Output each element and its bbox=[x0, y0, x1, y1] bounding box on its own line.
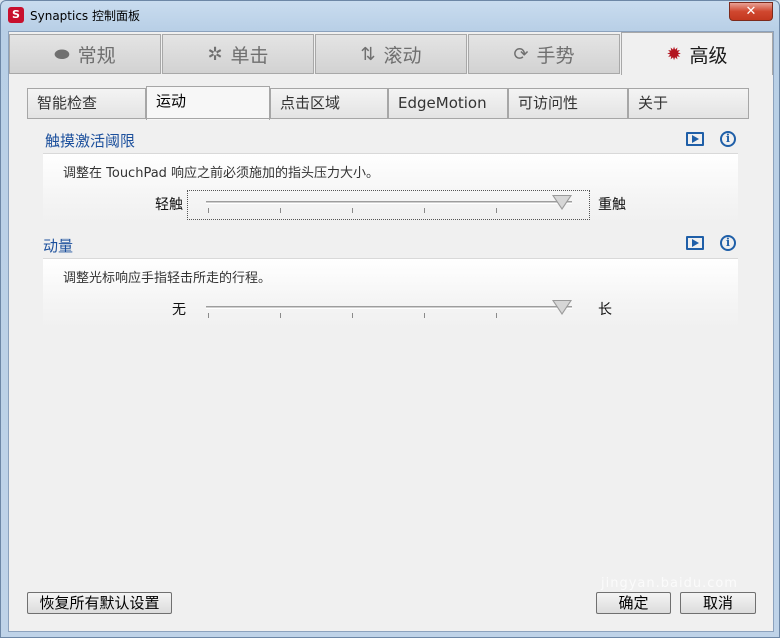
slider-track bbox=[206, 201, 572, 204]
momentum-panel: 调整光标响应手指轻击所走的行程。 无 长 bbox=[43, 258, 738, 328]
slider-thumb[interactable] bbox=[552, 195, 572, 210]
ok-button[interactable]: 确定 bbox=[596, 592, 671, 614]
section-title-momentum: 动量 bbox=[43, 237, 74, 255]
slider-min-label: 轻触 bbox=[155, 197, 183, 213]
slider-tick bbox=[208, 208, 209, 213]
video-icon[interactable] bbox=[686, 236, 704, 250]
synaptics-logo-icon: S bbox=[8, 7, 24, 23]
slider-tick bbox=[208, 313, 209, 318]
gesture-icon: ⟳ bbox=[513, 43, 529, 65]
section-title-touch-threshold: 触摸激活阈限 bbox=[45, 132, 136, 150]
slider-tick bbox=[352, 313, 353, 318]
window-title: Synaptics 控制面板 bbox=[30, 9, 140, 23]
slider-max-label: 重触 bbox=[598, 197, 626, 213]
slider-max-label: 长 bbox=[598, 302, 612, 318]
tab-advanced[interactable]: ✹ 高级 bbox=[621, 32, 773, 75]
slider-thumb[interactable] bbox=[552, 300, 572, 315]
restore-defaults-button[interactable]: 恢复所有默认设置 bbox=[27, 592, 172, 614]
subtab-edgemotion[interactable]: EdgeMotion bbox=[388, 88, 508, 119]
subtab-motion[interactable]: 运动 bbox=[146, 86, 270, 120]
click-icon: ✲ bbox=[207, 43, 223, 65]
info-icon[interactable]: i bbox=[720, 235, 736, 251]
slider-min-label: 无 bbox=[172, 302, 186, 318]
general-icon: ⬬ bbox=[54, 43, 70, 65]
scroll-icon: ⇅ bbox=[360, 43, 376, 65]
video-icon[interactable] bbox=[686, 132, 704, 146]
touch-threshold-description: 调整在 TouchPad 响应之前必须施加的指头压力大小。 bbox=[63, 166, 380, 181]
app-window: S Synaptics 控制面板 ✕ ⬬ 常规 ✲ 单击 ⇅ 滚动 ⟳ 手势 ✹ bbox=[0, 0, 780, 638]
subtab-about[interactable]: 关于 bbox=[628, 88, 749, 119]
touch-threshold-panel: 调整在 TouchPad 响应之前必须施加的指头压力大小。 轻触 重触 bbox=[43, 153, 738, 223]
tab-gesture[interactable]: ⟳ 手势 bbox=[468, 34, 620, 74]
tab-label: 常规 bbox=[77, 44, 116, 67]
momentum-description: 调整光标响应手指轻击所走的行程。 bbox=[63, 271, 272, 286]
subtab-tap-zones[interactable]: 点击区域 bbox=[270, 88, 388, 119]
tab-click[interactable]: ✲ 单击 bbox=[162, 34, 314, 74]
momentum-slider[interactable] bbox=[187, 295, 590, 325]
subtab-smart-check[interactable]: 智能检查 bbox=[27, 88, 146, 119]
tab-label: 滚动 bbox=[383, 44, 422, 67]
tab-label: 高级 bbox=[689, 44, 728, 67]
tab-label: 单击 bbox=[230, 44, 269, 67]
tab-scroll[interactable]: ⇅ 滚动 bbox=[315, 34, 467, 74]
slider-tick bbox=[352, 208, 353, 213]
sub-tab-bar: 智能检查 运动 点击区域 EdgeMotion 可访问性 关于 bbox=[27, 86, 749, 120]
info-icon[interactable]: i bbox=[720, 131, 736, 147]
slider-tick bbox=[424, 313, 425, 318]
close-button[interactable]: ✕ bbox=[729, 2, 773, 21]
slider-tick bbox=[496, 313, 497, 318]
slider-tick bbox=[496, 208, 497, 213]
cancel-button[interactable]: 取消 bbox=[680, 592, 756, 614]
watermark: jingyan.baidu.com bbox=[601, 576, 738, 591]
tab-label: 手势 bbox=[536, 44, 575, 67]
slider-tick bbox=[280, 208, 281, 213]
gear-icon: ✹ bbox=[666, 43, 682, 65]
title-bar[interactable]: S Synaptics 控制面板 ✕ bbox=[1, 1, 779, 29]
subtab-accessibility[interactable]: 可访问性 bbox=[508, 88, 628, 119]
slider-tick bbox=[424, 208, 425, 213]
tab-divider bbox=[27, 118, 749, 119]
slider-track bbox=[206, 306, 572, 309]
tab-general[interactable]: ⬬ 常规 bbox=[9, 34, 161, 74]
main-tab-bar: ⬬ 常规 ✲ 单击 ⇅ 滚动 ⟳ 手势 ✹ 高级 bbox=[9, 32, 773, 75]
touch-threshold-slider[interactable] bbox=[187, 190, 590, 220]
client-area: ⬬ 常规 ✲ 单击 ⇅ 滚动 ⟳ 手势 ✹ 高级 智能检查 运动 点击区域 Ed… bbox=[8, 31, 774, 632]
slider-tick bbox=[280, 313, 281, 318]
